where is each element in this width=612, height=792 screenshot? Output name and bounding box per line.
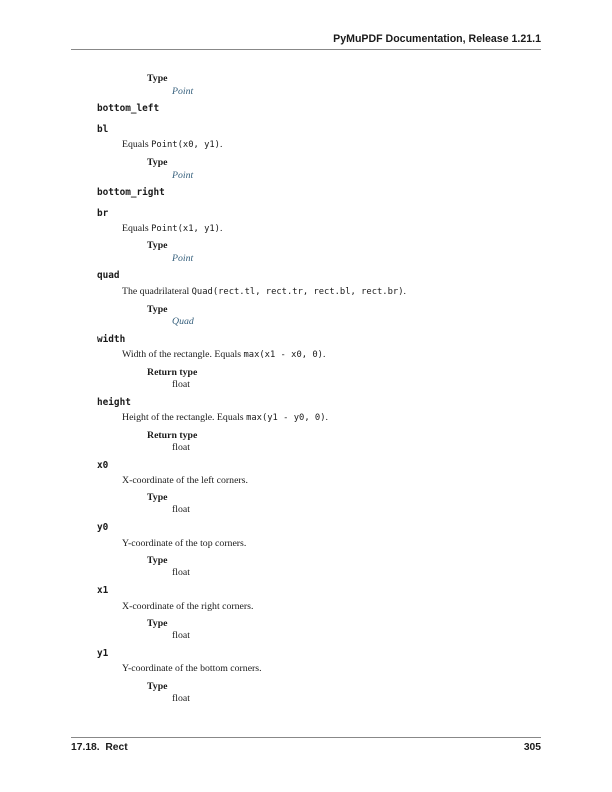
attribute-description: X-coordinate of the right corners. (122, 601, 254, 612)
inline-code: Point(x0, y1) (151, 140, 220, 150)
attribute-signature-width: width (97, 334, 126, 345)
type-link-point[interactable]: Point (172, 253, 193, 264)
field-label-type: Type (147, 555, 168, 566)
attribute-signature-br: br (97, 208, 109, 219)
field-value: float (172, 504, 190, 515)
field-label-type: Type (147, 681, 168, 692)
attribute-signature-bottom-right: bottom_right (97, 187, 165, 198)
type-link-quad[interactable]: Quad (172, 316, 194, 327)
attribute-description: Y-coordinate of the bottom corners. (122, 663, 262, 674)
field-label-type: Type (147, 240, 168, 251)
attribute-description: Y-coordinate of the top corners. (122, 538, 247, 549)
footer-rule (71, 737, 541, 738)
inline-code: max(x1 - x0, 0) (243, 350, 323, 360)
attribute-signature-y0: y0 (97, 522, 109, 533)
field-value: float (172, 693, 190, 704)
attribute-signature-x0: x0 (97, 460, 109, 471)
attribute-signature-y1: y1 (97, 648, 109, 659)
type-link-point[interactable]: Point (172, 86, 193, 97)
field-label-type: Type (147, 492, 168, 503)
field-label-type: Type (147, 618, 168, 629)
field-label-return-type: Return type (147, 367, 198, 378)
attribute-signature-x1: x1 (97, 585, 109, 596)
inline-code: Point(x1, y1) (151, 224, 220, 234)
header-rule (71, 49, 541, 50)
field-value: float (172, 379, 190, 390)
attribute-description: Equals Point(x1, y1). (122, 223, 223, 234)
field-value: float (172, 630, 190, 641)
footer-section: 17.18. Rect (71, 742, 128, 753)
field-label-type: Type (147, 157, 168, 168)
attribute-signature-quad: quad (97, 270, 120, 281)
attribute-signature-bl: bl (97, 124, 109, 135)
field-value: float (172, 567, 190, 578)
field-value: float (172, 442, 190, 453)
attribute-signature-height: height (97, 397, 131, 408)
field-label-type: Type (147, 304, 168, 315)
attribute-signature-bottom-left: bottom_left (97, 103, 160, 114)
inline-code: Quad(rect.tl, rect.tr, rect.bl, rect.br) (191, 287, 404, 297)
page-number: 305 (523, 742, 541, 753)
attribute-description: Width of the rectangle. Equals max(x1 - … (122, 349, 326, 360)
attribute-description: Height of the rectangle. Equals max(y1 -… (122, 412, 328, 423)
running-header-title: PyMuPDF Documentation, Release 1.21.1 (333, 33, 541, 45)
attribute-description: The quadrilateral Quad(rect.tl, rect.tr,… (122, 286, 406, 297)
attribute-description: X-coordinate of the left corners. (122, 475, 248, 486)
inline-code: max(y1 - y0, 0) (246, 413, 326, 423)
field-label-return-type: Return type (147, 430, 198, 441)
type-link-point[interactable]: Point (172, 170, 193, 181)
attribute-description: Equals Point(x0, y1). (122, 139, 223, 150)
field-label-type: Type (147, 73, 168, 84)
